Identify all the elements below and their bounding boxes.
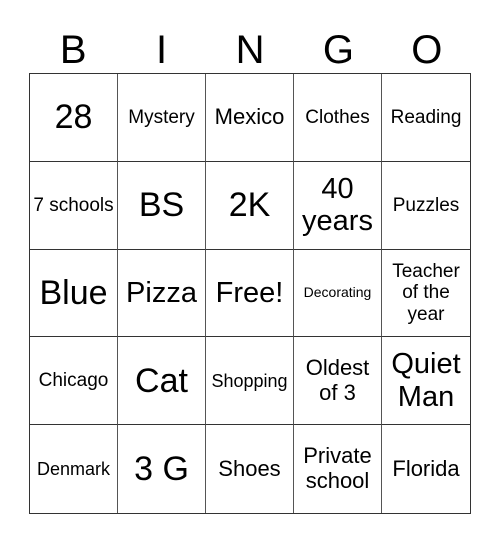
bingo-cell[interactable]: 28 [30,74,118,162]
bingo-cell[interactable]: 2K [206,161,294,250]
bingo-cell[interactable]: Teacher of the year [382,250,470,338]
bingo-cell-text: Teacher of the year [392,261,460,325]
header-letter-o: O [411,28,443,72]
bingo-cell[interactable]: Mystery [118,74,206,162]
bingo-cell-text: Decorating [303,284,372,301]
bingo-header: B I N G O [29,28,471,72]
bingo-cell[interactable]: Florida [382,425,470,513]
bingo-cell[interactable]: Denmark [30,425,118,513]
bingo-cell[interactable]: BS [118,161,206,250]
bingo-cell-text: Clothes [305,106,370,128]
bingo-cell-text: Private school [303,443,372,494]
bingo-cell[interactable]: Shopping [206,337,294,426]
bingo-grid: 28 Mystery Mexico Clothes Reading 7 schools BS… [29,73,471,514]
bingo-cell-text: Reading [390,106,462,128]
bingo-cell-text: Free! [215,276,284,309]
bingo-cell[interactable]: Pizza [118,249,206,338]
bingo-cell-text: 3 G [134,450,189,489]
bingo-cell[interactable]: Blue [30,249,118,338]
bingo-cell-text: Oldest of 3 [305,355,370,405]
bingo-cell-text: Pizza [126,276,197,309]
bingo-cell-text: Puzzles [392,194,460,216]
bingo-cell-text: 7 schools [33,194,114,216]
header-letter-g: G [322,28,354,72]
bingo-cell-text: Florida [392,455,460,481]
bingo-cell-text: Chicago [38,370,109,392]
bingo-cell-text: Blue [39,273,108,312]
bingo-cell-text: Quiet Man [391,348,461,413]
bingo-cell[interactable]: Decorating [294,249,382,338]
bingo-cell[interactable]: 7 schools [30,161,118,250]
bingo-cell[interactable]: 3 G [118,425,206,513]
bingo-cell[interactable]: 40 years [294,161,382,250]
bingo-cell[interactable]: Reading [382,74,470,162]
bingo-cell[interactable]: Quiet Man [382,337,470,426]
bingo-cell-text: Shoes [218,455,281,481]
bingo-cell[interactable]: Clothes [294,74,382,162]
bingo-cell[interactable]: Chicago [30,337,118,426]
bingo-cell-text: 2K [228,186,271,225]
bingo-cell-text: 40 years [302,172,373,238]
bingo-cell[interactable]: Free! [206,249,294,338]
header-letter-n: N [235,28,265,72]
header-letter-b: B [59,28,87,72]
bingo-cell-text: BS [138,186,185,225]
header-letter-i: I [156,28,168,72]
bingo-cell[interactable]: Shoes [206,425,294,513]
bingo-cell-text: Denmark [36,459,111,480]
bingo-cell[interactable]: Oldest of 3 [294,337,382,426]
bingo-cell[interactable]: Cat [118,337,206,426]
bingo-cell[interactable]: Private school [294,425,382,513]
bingo-cell-text: 28 [54,98,93,137]
bingo-cell[interactable]: Mexico [206,74,294,162]
bingo-cell[interactable]: Puzzles [382,162,470,250]
bingo-cell-text: Shopping [211,370,288,391]
bingo-cell-text: Mystery [128,106,195,128]
bingo-cell-text: Cat [135,361,188,400]
bingo-cell-text: Mexico [214,104,285,130]
